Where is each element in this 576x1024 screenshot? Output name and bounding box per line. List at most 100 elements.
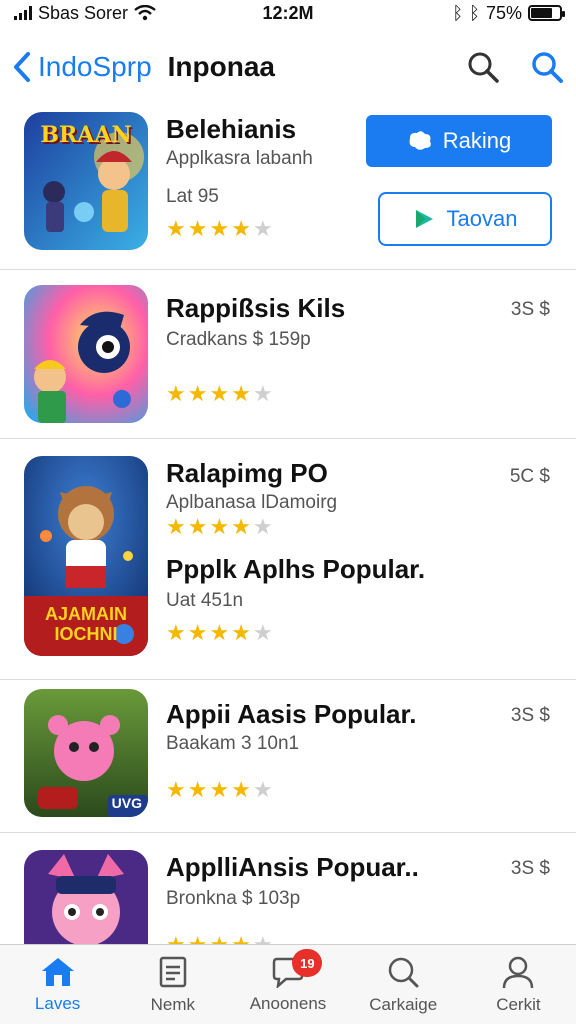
back-button[interactable]: IndoSprp	[12, 51, 152, 83]
app-subtitle: Aplbanasa lDamoirg	[166, 492, 338, 513]
bluetooth-icon-2: ᛒ	[469, 2, 480, 23]
list-item[interactable]: AJAMAIN IOCHNI Ralapimg PO Aplbanasa lDa…	[0, 440, 576, 680]
star-filled-icon: ★	[231, 934, 251, 945]
back-label: IndoSprp	[38, 51, 152, 82]
app-rating: ★★★★★	[166, 779, 273, 801]
app-title: ApplliAnsis Popuar..	[166, 852, 419, 882]
signal-icon	[14, 6, 32, 20]
list-item[interactable]: UVG Appii Aasis Popular. Baakam 3 10n1 ★…	[0, 681, 576, 833]
star-filled-icon: ★	[209, 620, 230, 645]
home-icon	[41, 957, 74, 986]
star-filled-icon: ★	[209, 216, 230, 241]
app-icon[interactable]	[24, 285, 148, 423]
wifi-icon	[134, 5, 156, 21]
taovan-button[interactable]: Taovan	[378, 192, 552, 246]
star-filled-icon: ★	[166, 514, 186, 539]
play-icon	[415, 210, 433, 228]
battery-percent: 75%	[485, 2, 522, 23]
app-rating-secondary: ★ ★ ★ ★ ★	[166, 622, 273, 644]
star-filled-icon: ★	[209, 777, 230, 802]
star-empty-icon: ★	[252, 777, 273, 802]
clock: 12:2M	[262, 2, 314, 23]
tab-label: Carkaige	[369, 994, 438, 1014]
app-icon-badge: UVG	[111, 795, 142, 811]
tab-label: Nemk	[150, 994, 195, 1014]
app-rating: ★★★★★	[166, 383, 273, 405]
tab-laves[interactable]: Laves	[0, 945, 115, 1024]
app-subtitle: Bronkna $ 103p	[166, 888, 301, 909]
star-filled-icon: ★	[166, 216, 186, 241]
app-icon[interactable]	[24, 850, 148, 944]
star-filled-icon: ★	[209, 934, 229, 945]
star-filled-icon: ★	[231, 777, 251, 802]
tab-label: Laves	[34, 993, 81, 1013]
app-rating: ★★★★★	[166, 934, 273, 945]
list-item[interactable]: ApplliAnsis Popuar.. Bronkna $ 103p ★★★★…	[0, 834, 576, 944]
featured-rating: ★ ★ ★ ★ ★	[166, 218, 273, 240]
person-icon	[503, 956, 534, 988]
app-icon[interactable]: UVG	[24, 689, 148, 817]
nav-bar: IndoSprp Inponaa	[0, 40, 576, 94]
nav-actions	[466, 50, 564, 84]
star-empty-icon: ★	[253, 934, 273, 945]
tab-carkaige[interactable]: Carkaige	[346, 945, 461, 1024]
carrier-label: Sbas Sorer	[38, 2, 129, 23]
star-empty-icon: ★	[252, 381, 273, 406]
app-price: 3S $	[510, 299, 550, 320]
star-filled-icon: ★	[166, 777, 186, 802]
tab-label: Cerkit	[496, 994, 541, 1014]
chevron-left-icon	[14, 52, 30, 82]
star-filled-icon: ★	[231, 216, 251, 241]
featured-app[interactable]: BRAAN Belehianis Applkasra labanh Lat 95…	[0, 110, 576, 270]
taovan-label: Taovan	[446, 206, 518, 231]
tab-bar: Laves Nemk 19 Anoonens Carkaige Cerkit	[0, 944, 576, 1024]
app-title: Rappißsis Kils	[166, 293, 346, 323]
app-title: Appii Aasis Popular.	[166, 699, 417, 729]
featured-app-icon[interactable]: BRAAN	[24, 112, 148, 250]
featured-icon-text: BRAAN	[40, 122, 132, 148]
status-right: ᛒ ᛒ 75%	[452, 2, 565, 24]
star-empty-icon: ★	[252, 620, 273, 645]
star-filled-icon: ★	[166, 934, 186, 945]
star-filled-icon: ★	[231, 514, 251, 539]
star-filled-icon: ★	[187, 514, 208, 539]
star-empty-icon: ★	[252, 216, 273, 241]
star-filled-icon: ★	[209, 514, 230, 539]
star-filled-icon: ★	[187, 216, 208, 241]
featured-subtitle: Applkasra labanh	[166, 148, 313, 169]
star-filled-icon: ★	[166, 620, 186, 645]
document-icon	[159, 956, 187, 987]
star-filled-icon: ★	[231, 620, 251, 645]
search-icon-accent[interactable]	[530, 50, 564, 84]
battery-fill	[531, 8, 552, 18]
app-rating: ★★★★★	[166, 516, 273, 538]
app-price: 3S $	[510, 705, 550, 726]
tab-label: Anoonens	[249, 993, 327, 1013]
star-filled-icon: ★	[166, 381, 186, 406]
star-empty-icon: ★	[252, 514, 273, 539]
app-title: Ralapimg PO	[166, 458, 328, 488]
star-filled-icon: ★	[187, 620, 208, 645]
app-icon[interactable]: AJAMAIN IOCHNI	[24, 456, 148, 656]
star-filled-icon: ★	[187, 777, 208, 802]
search-icon	[388, 957, 419, 987]
status-left: Sbas Sorer	[14, 3, 156, 24]
app-subtitle: Baakam 3 10n1	[166, 733, 300, 754]
tab-anoonens[interactable]: 19 Anoonens	[230, 945, 345, 1024]
raking-button[interactable]: Raking	[366, 115, 552, 167]
notification-badge: 19	[292, 949, 323, 977]
app-price: 3S $	[510, 858, 550, 879]
puzzle-icon	[409, 131, 431, 150]
raking-label: Raking	[442, 128, 512, 153]
status-bar: Sbas Sorer 12:2M ᛒ ᛒ 75%	[0, 0, 576, 26]
app-price: 5C $	[509, 466, 550, 487]
tab-nemk[interactable]: Nemk	[115, 945, 230, 1024]
tab-cerkit[interactable]: Cerkit	[461, 945, 576, 1024]
app-meta: Uat 451n	[166, 590, 244, 611]
star-filled-icon: ★	[187, 381, 208, 406]
list-item[interactable]: Rappißsis Kils Cradkans $ 159p ★ ★ ★ ★ ★ 3S …	[0, 271, 576, 439]
star-filled-icon: ★	[188, 934, 208, 945]
app-subtitle: Cradkans $ 159p	[166, 329, 311, 350]
search-icon[interactable]	[466, 50, 500, 84]
bluetooth-icon: ᛒ	[452, 2, 464, 23]
